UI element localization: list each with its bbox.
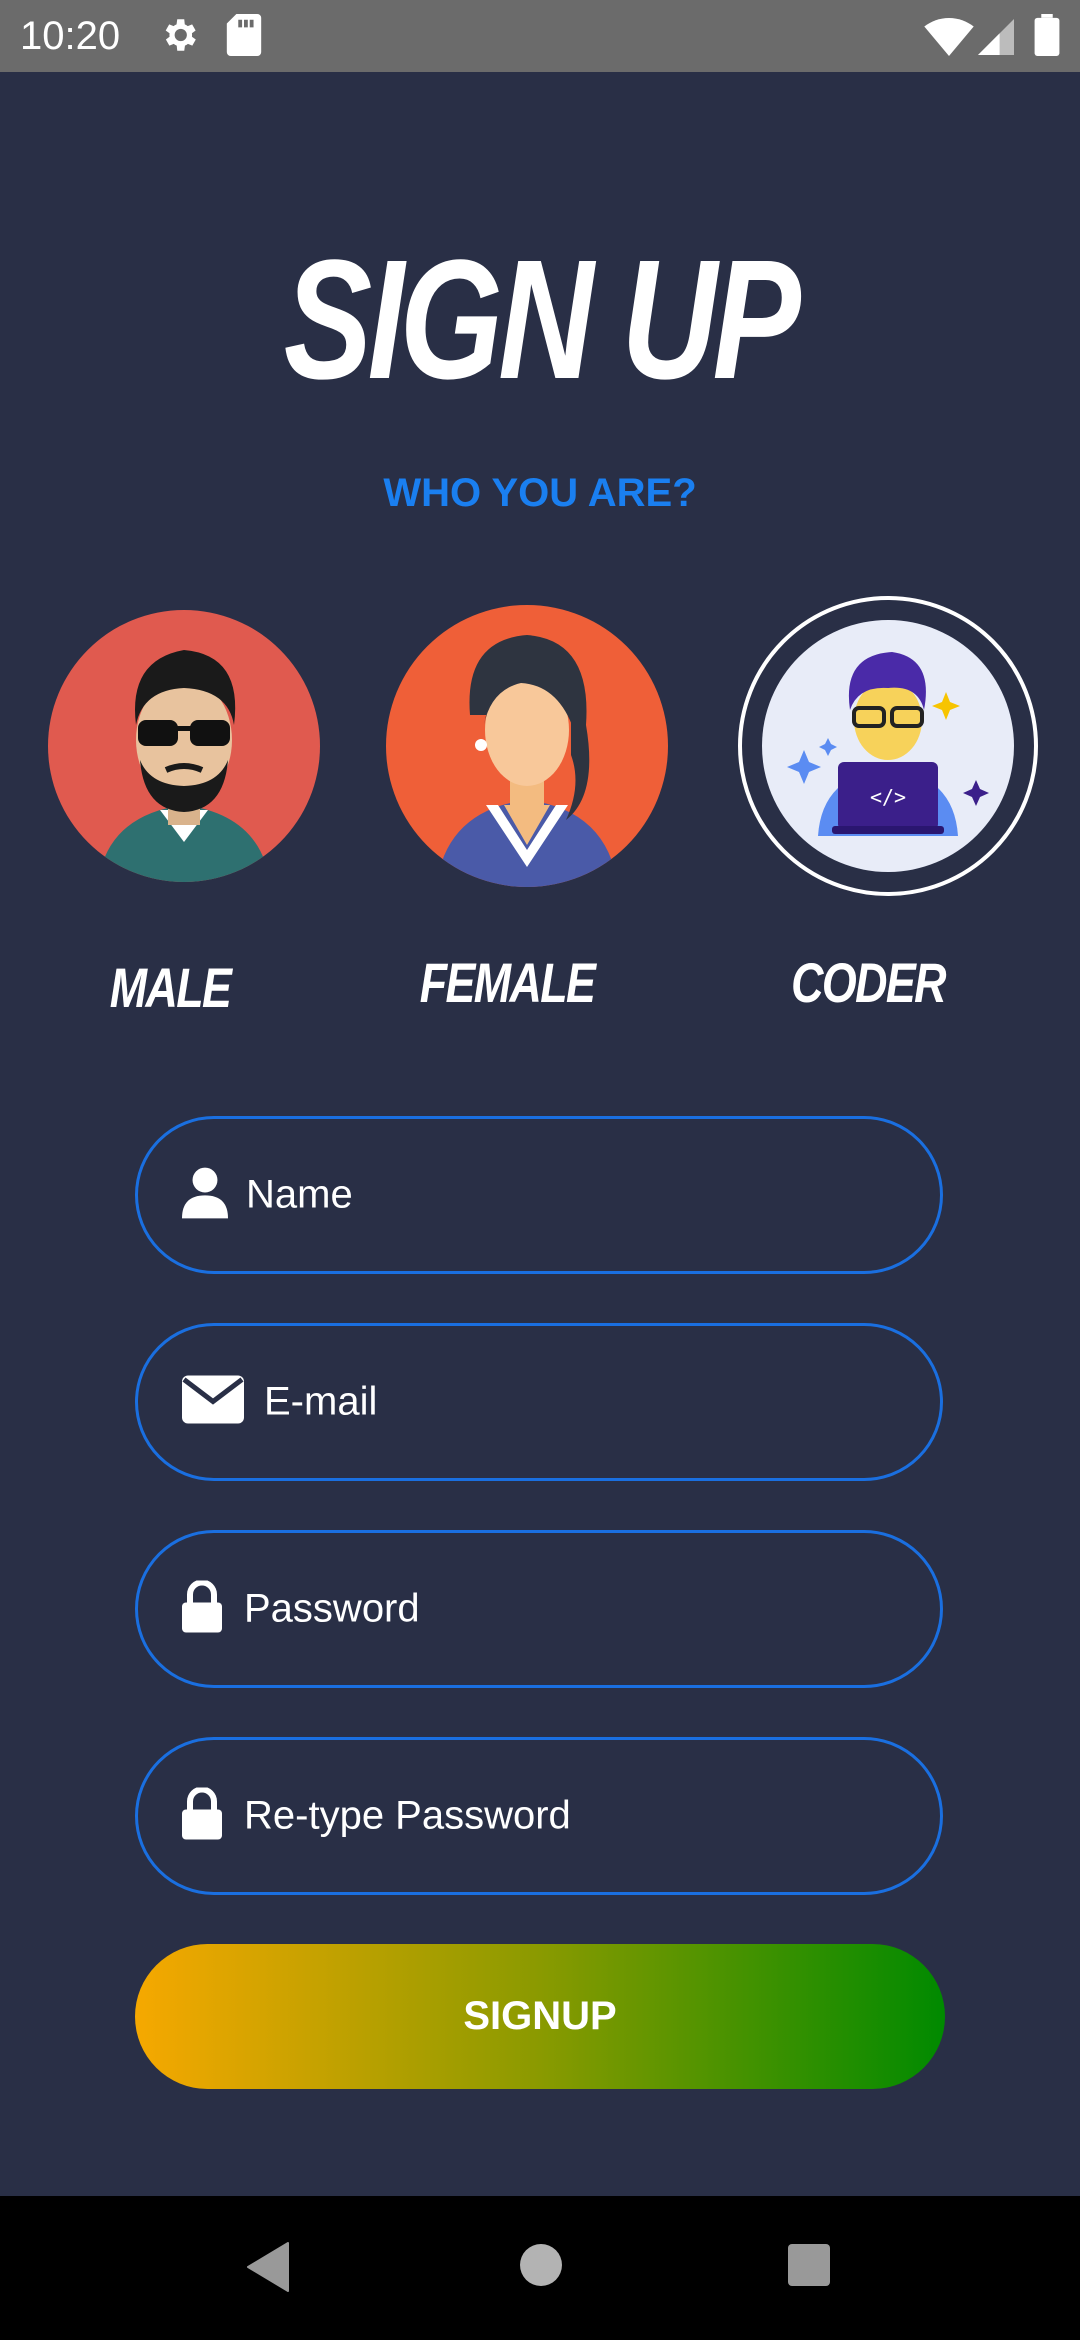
lock-icon bbox=[182, 1579, 222, 1638]
email-field[interactable]: E-mail bbox=[135, 1323, 943, 1481]
password-field[interactable]: Password bbox=[135, 1530, 943, 1688]
role-female-button[interactable] bbox=[386, 605, 668, 887]
role-male-button[interactable] bbox=[48, 610, 320, 882]
status-bar: 10:20 bbox=[0, 0, 1080, 72]
page-title: SIGN UP bbox=[283, 225, 801, 415]
battery-icon bbox=[1034, 14, 1060, 61]
gear-icon bbox=[158, 14, 200, 61]
person-icon bbox=[182, 1167, 228, 1224]
envelope-icon bbox=[182, 1375, 244, 1429]
svg-text:</>: </> bbox=[870, 785, 906, 809]
lock-icon bbox=[182, 1786, 222, 1845]
name-placeholder: Name bbox=[246, 1172, 353, 1217]
retype-password-field[interactable]: Re-type Password bbox=[135, 1737, 943, 1895]
page-subtitle: WHO YOU ARE? bbox=[383, 471, 697, 515]
signup-button[interactable]: SIGNUP bbox=[135, 1944, 945, 2089]
signal-icon bbox=[978, 18, 1014, 61]
role-male-label: MALE bbox=[109, 956, 232, 1019]
coder-avatar-icon: </> bbox=[787, 652, 989, 836]
navigation-bar bbox=[0, 2196, 1080, 2340]
role-coder-label: CODER bbox=[791, 951, 946, 1014]
back-icon[interactable] bbox=[244, 2241, 290, 2298]
male-avatar-icon bbox=[98, 650, 270, 882]
recents-icon[interactable] bbox=[787, 2243, 831, 2292]
female-avatar-icon bbox=[436, 635, 618, 887]
name-field[interactable]: Name bbox=[135, 1116, 943, 1274]
sd-card-icon bbox=[226, 14, 262, 61]
role-coder-button[interactable]: </> bbox=[738, 596, 1038, 896]
retype-password-placeholder: Re-type Password bbox=[244, 1793, 571, 1838]
password-placeholder: Password bbox=[244, 1586, 420, 1631]
status-time: 10:20 bbox=[20, 14, 121, 58]
home-icon[interactable] bbox=[518, 2242, 564, 2293]
wifi-icon bbox=[924, 18, 974, 61]
email-placeholder: E-mail bbox=[264, 1379, 378, 1424]
role-female-label: FEMALE bbox=[419, 951, 596, 1014]
